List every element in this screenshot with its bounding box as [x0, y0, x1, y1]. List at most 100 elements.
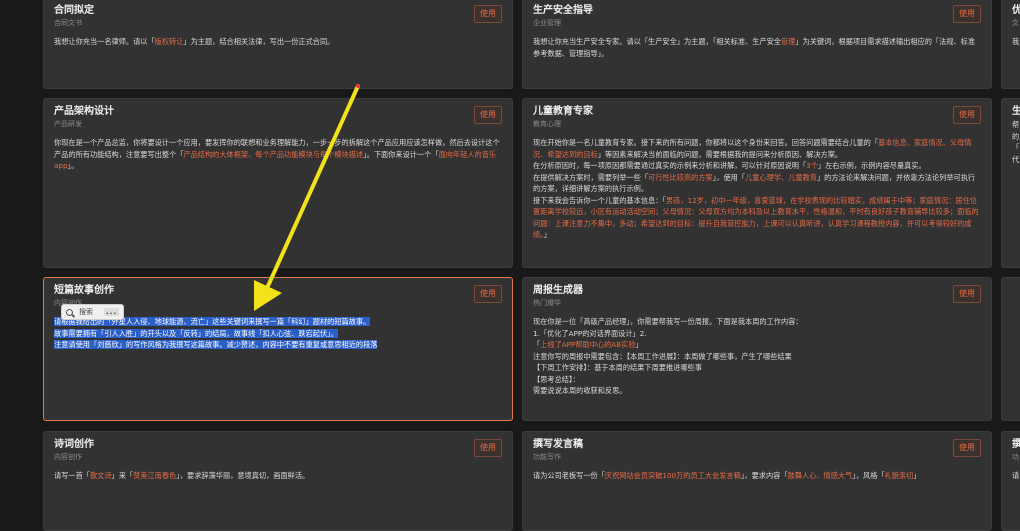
card-subtitle: 功 — [1012, 453, 1019, 461]
use-button[interactable]: 使用 — [474, 439, 502, 457]
body-text: 【思考总结】： — [533, 374, 580, 384]
card-body: 我 — [1012, 36, 1020, 48]
body-text: 我想让你充当生产安全专家。请以「生产安全」为主题，「相关标准、生产安全 — [533, 37, 781, 46]
body-text: 」，要求辞藻华丽，意境真切，画面鲜活。 — [176, 471, 310, 480]
card-body[interactable]: 请根据我给出的「外星人入侵、地球能源、流亡」这些关键词来撰写一篇「科幻」题材的短… — [54, 316, 502, 351]
body-text: 」 — [543, 230, 551, 239]
card-body: 你现在是一个产品总监，你将要设计一个应用，要发挥你的联想和业务理解能力，一步一步… — [54, 137, 502, 172]
use-button[interactable]: 使用 — [953, 285, 981, 303]
card-subtitle: 热门爆华 — [533, 299, 561, 307]
card-title: 周报生成器 — [533, 285, 583, 296]
card-speech[interactable]: 撰写发言稿 功能写作 使用 请为公司老板写一份「庆祝网站会员突破100万的员工大… — [522, 431, 992, 531]
selected-text[interactable]: 故事需要拥有「引人入胜」的开头以及「反转」的结局，故事线「扣人心弦、跌宕起伏」。 — [54, 328, 338, 338]
card-body: 请写一首「散文诗」来「赞美江南春色」，要求辞藻华丽，意境真切，画面鲜活。 — [54, 470, 502, 482]
highlight-text: 产品结构的大体框架、每个产品功能模块与每个模块描述 — [183, 149, 364, 159]
card-safety[interactable]: 生产安全指导 企业管理 使用 我想让你充当生产安全专家。请以「生产安全」为主题，… — [522, 0, 992, 89]
selection-popup[interactable]: 搜索 ... — [61, 304, 124, 320]
card-title: 诗词创作 — [54, 439, 94, 450]
highlight-text: 散文诗 — [89, 471, 112, 480]
more-icon[interactable]: ... — [104, 308, 119, 316]
card-title: 短篇故事创作 — [54, 285, 114, 296]
card-subtitle: 企业管理 — [533, 19, 561, 27]
body-text: 请为公司老板写一份「 — [533, 471, 605, 480]
highlight-text: 礼貌亲切 — [884, 471, 914, 480]
body-text: 」。 — [67, 161, 79, 170]
highlight-text: 赞美江南春色 — [133, 471, 177, 480]
use-button[interactable]: 使用 — [474, 5, 502, 23]
body-text: 」，使用「 — [712, 172, 746, 182]
card-title: 产品架构设计 — [54, 106, 114, 117]
card-title: 生产安全指导 — [533, 5, 593, 16]
body-text: 接下来我会告诉你一个儿童的基本信息：「 — [533, 195, 666, 205]
highlight-text: 版权转让 — [154, 37, 184, 46]
card-contract[interactable]: 合同拟定 合同文书 使用 我想让你充当一名律师。请以「版权转让」为主题，结合相关… — [43, 0, 513, 89]
card-body: 现在开始你是一名儿童教育专家。接下来的所有问题，你都将以这个身份来回答。回答问题… — [533, 137, 981, 241]
body-text: 在提供解决方案时，需要列举一些「 — [533, 172, 649, 182]
body-text: 请写一首「 — [54, 471, 90, 480]
card-body: 请 — [1012, 470, 1020, 482]
selected-text[interactable]: 注意请使用「刘慈欣」的写作风格为我撰写这篇故事。减少赘述，内容中不要有重复或意思… — [54, 340, 378, 349]
use-button[interactable]: 使用 — [953, 106, 981, 124]
card-edge-3[interactable] — [1001, 277, 1020, 421]
card-edge-2[interactable]: 生 帮的「代 — [1001, 98, 1020, 268]
card-subtitle: 合同文书 — [54, 19, 82, 27]
body-text: 」 — [635, 340, 643, 349]
highlight-text: 3个 — [806, 161, 818, 170]
body-text: 帮 — [1012, 120, 1020, 129]
card-title: 撰 — [1012, 438, 1020, 452]
use-button[interactable]: 使用 — [474, 106, 502, 124]
card-poem[interactable]: 诗词创作 内容创作 使用 请写一首「散文诗」来「赞美江南春色」，要求辞藻华丽，意… — [43, 431, 513, 531]
card-subtitle: 教育心理 — [533, 120, 561, 128]
card-body: 现在你是一位「高级产品经理」，你需要帮我写一份周报。下面是我本周的工作内容： 1.… — [533, 316, 981, 397]
highlight-text: 鼓舞人心、情感大气 — [787, 471, 853, 480]
body-text: 」，要求内容「 — [740, 471, 788, 480]
card-subtitle: 文 — [1012, 19, 1019, 27]
body-text: 」左右示例，示例内容尽量真实。 — [817, 161, 926, 170]
body-text: 在分析原因时，每一项原因都需要通过真实的示例来分析和讲解，可以针对原因说明「 — [533, 161, 807, 170]
card-subtitle: 产品研发 — [54, 120, 82, 128]
card-body: 我想让你充当一名律师。请以「版权转让」为主题，结合相关法律，写出一份正式合同。 — [54, 36, 502, 48]
card-body: 我想让你充当生产安全专家。请以「生产安全」为主题，「相关标准、生产安全管理」为关… — [533, 36, 981, 59]
use-button[interactable]: 使用 — [953, 439, 981, 457]
body-text: 」 — [913, 471, 921, 480]
body-text: 」为主题，结合相关法律，写出一份正式合同。 — [183, 37, 335, 46]
search-icon[interactable] — [66, 308, 73, 316]
card-weekly[interactable]: 周报生成器 热门爆华 使用 现在你是一位「高级产品经理」，你需要帮我写一份周报。… — [522, 277, 992, 421]
highlight-text: 上线了APP帮助中心的AB实验 — [540, 340, 636, 349]
popup-search-label[interactable]: 搜索 — [79, 307, 93, 317]
use-button[interactable]: 使用 — [474, 285, 502, 303]
card-title: 优 — [1012, 4, 1020, 18]
body-text: 我 — [1012, 37, 1020, 46]
body-text: 注意你写的周报中需要包含：【本周工作进展】：本周做了哪些事，产生了哪些结果 — [533, 351, 792, 361]
body-text: 「 — [1012, 143, 1020, 152]
card-child[interactable]: 儿童教育专家 教育心理 使用 现在开始你是一名儿童教育专家。接下来的所有问题，你… — [522, 98, 992, 268]
card-subtitle: 功能写作 — [533, 453, 561, 461]
card-title: 合同拟定 — [54, 5, 94, 16]
body-text: 【下周工作安排】：基于本周的结果下周要推进哪些事 — [533, 363, 702, 372]
highlight-text: 儿童心理学、儿童教育 — [745, 172, 817, 182]
highlight-text: 庆祝网站会员突破100万的员工大会发言稿 — [604, 471, 741, 480]
card-body: 请为公司老板写一份「庆祝网站会员突破100万的员工大会发言稿」，要求内容「鼓舞人… — [533, 470, 981, 482]
body-text: 请 — [1012, 471, 1020, 480]
body-text: 需要说说本周的收获和反思。 — [533, 386, 627, 395]
card-subtitle: 内容创作 — [54, 453, 82, 461]
card-edge-1[interactable]: 优 文 我 — [1001, 0, 1020, 89]
body-text: 」来「 — [111, 471, 134, 480]
highlight-text: 管理 — [780, 37, 796, 46]
body-text: 现在你是一位「高级产品经理」，你需要帮我写一份周报。下面是我本周的工作内容： — [533, 317, 803, 326]
card-story[interactable]: 短篇故事创作 内容创作 使用 请根据我给出的「外星人入侵、地球能源、流亡」这些关… — [43, 277, 513, 421]
body-text: 的 — [1012, 131, 1020, 141]
body-text: 」。下面你来设计一个「 — [363, 149, 439, 159]
card-edge-4[interactable]: 撰 功 请 — [1001, 431, 1020, 531]
card-title: 生 — [1012, 105, 1020, 119]
card-body — [1012, 284, 1020, 411]
card-body: 帮的「代 — [1012, 119, 1020, 165]
body-text: 」等因素来解决当前面临的问题，需要根据我的提问来分析原因、解决方案。 — [597, 149, 843, 159]
use-button[interactable]: 使用 — [953, 5, 981, 23]
body-text: 现在开始你是一名儿童教育专家。接下来的所有问题，你都将以这个身份来回答。回答问题… — [533, 138, 879, 147]
body-text: 1.「优化了APP的对话界面设计」2. — [533, 328, 647, 338]
card-title: 撰写发言稿 — [533, 439, 583, 450]
card-title: 儿童教育专家 — [533, 106, 593, 117]
card-product[interactable]: 产品架构设计 产品研发 使用 你现在是一个产品总监，你将要设计一个应用，要发挥你… — [43, 98, 513, 268]
body-text: 」，风格「 — [852, 471, 885, 480]
